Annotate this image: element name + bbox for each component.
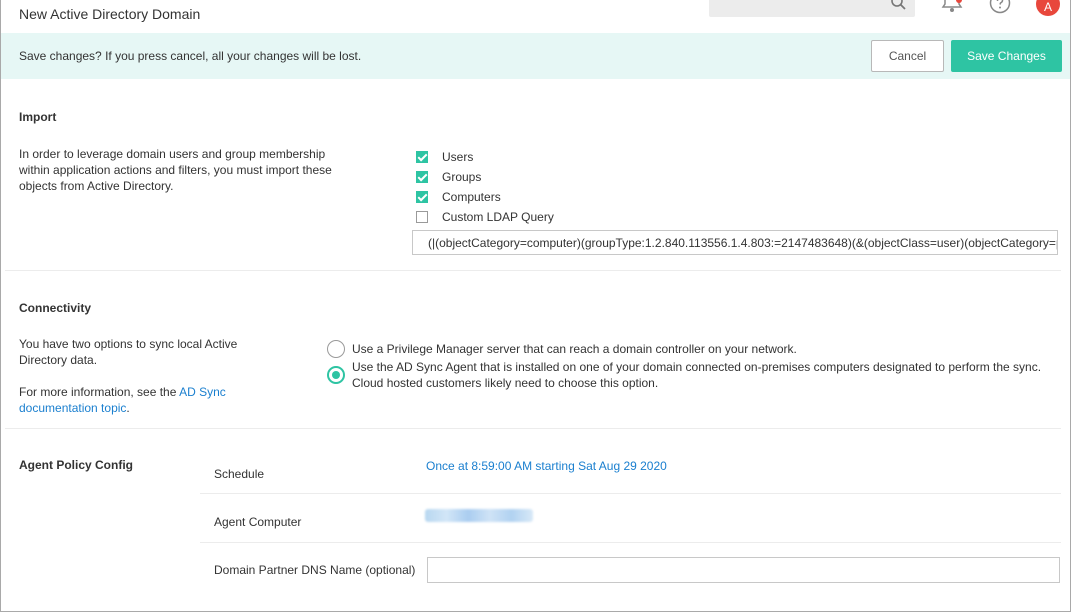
help-icon[interactable] bbox=[989, 0, 1011, 14]
section-divider bbox=[5, 270, 1061, 271]
agent-policy-section-title: Agent Policy Config bbox=[19, 458, 133, 472]
search-input[interactable] bbox=[709, 0, 915, 17]
window-frame: New Active Directory Domain A Save chang… bbox=[0, 0, 1071, 612]
users-checkbox-row[interactable]: Users bbox=[416, 149, 473, 165]
computers-checkbox[interactable] bbox=[416, 191, 428, 203]
radio-ad-sync-agent[interactable]: Use the AD Sync Agent that is installed … bbox=[327, 359, 1062, 391]
field-divider bbox=[200, 542, 1061, 543]
connectivity-section-title: Connectivity bbox=[19, 301, 92, 315]
save-changes-button[interactable]: Save Changes bbox=[951, 40, 1062, 72]
agent-computer-label: Agent Computer bbox=[214, 515, 302, 529]
computers-checkbox-row[interactable]: Computers bbox=[416, 189, 501, 205]
import-section-title: Import bbox=[19, 110, 57, 124]
bell-icon[interactable] bbox=[941, 0, 963, 14]
dns-name-label: Domain Partner DNS Name (optional) bbox=[214, 563, 416, 577]
more-info-prefix: For more information, see the bbox=[19, 385, 180, 399]
page-title: New Active Directory Domain bbox=[19, 6, 201, 22]
groups-checkbox-label: Groups bbox=[442, 170, 482, 184]
groups-checkbox-row[interactable]: Groups bbox=[416, 169, 481, 185]
cancel-button[interactable]: Cancel bbox=[871, 40, 944, 72]
page-header: New Active Directory Domain A bbox=[1, 0, 1070, 32]
field-divider bbox=[200, 493, 1061, 494]
more-info-suffix: . bbox=[126, 401, 130, 415]
more-info-text: For more information, see the AD Sync do… bbox=[19, 384, 259, 416]
radio-label: Use a Privilege Manager server that can … bbox=[352, 342, 797, 356]
users-checkbox[interactable] bbox=[416, 151, 428, 163]
radio-button-selected[interactable] bbox=[327, 366, 345, 384]
save-changes-banner: Save changes? If you press cancel, all y… bbox=[1, 33, 1070, 79]
custom-ldap-checkbox-label: Custom LDAP Query bbox=[442, 210, 554, 224]
radio-button[interactable] bbox=[327, 340, 345, 358]
import-description: In order to leverage domain users and gr… bbox=[19, 147, 332, 193]
dns-name-input[interactable] bbox=[427, 557, 1060, 583]
radio-privilege-manager-server[interactable]: Use a Privilege Manager server that can … bbox=[327, 340, 1062, 358]
ldap-query-input[interactable] bbox=[412, 230, 1058, 255]
computers-checkbox-label: Computers bbox=[442, 190, 501, 204]
groups-checkbox[interactable] bbox=[416, 171, 428, 183]
radio-label: Use the AD Sync Agent that is installed … bbox=[352, 360, 1042, 390]
avatar[interactable]: A bbox=[1036, 0, 1060, 16]
custom-ldap-checkbox-row[interactable]: Custom LDAP Query bbox=[416, 209, 554, 225]
search-icon[interactable] bbox=[890, 0, 907, 11]
connectivity-description: You have two options to sync local Activ… bbox=[19, 337, 238, 367]
schedule-link[interactable]: Once at 8:59:00 AM starting Sat Aug 29 2… bbox=[426, 459, 667, 473]
banner-message: Save changes? If you press cancel, all y… bbox=[19, 49, 362, 63]
agent-computer-value-redacted[interactable] bbox=[425, 509, 533, 522]
users-checkbox-label: Users bbox=[442, 150, 474, 164]
schedule-label: Schedule bbox=[214, 467, 265, 481]
custom-ldap-checkbox[interactable] bbox=[416, 211, 428, 223]
section-divider bbox=[5, 428, 1061, 429]
